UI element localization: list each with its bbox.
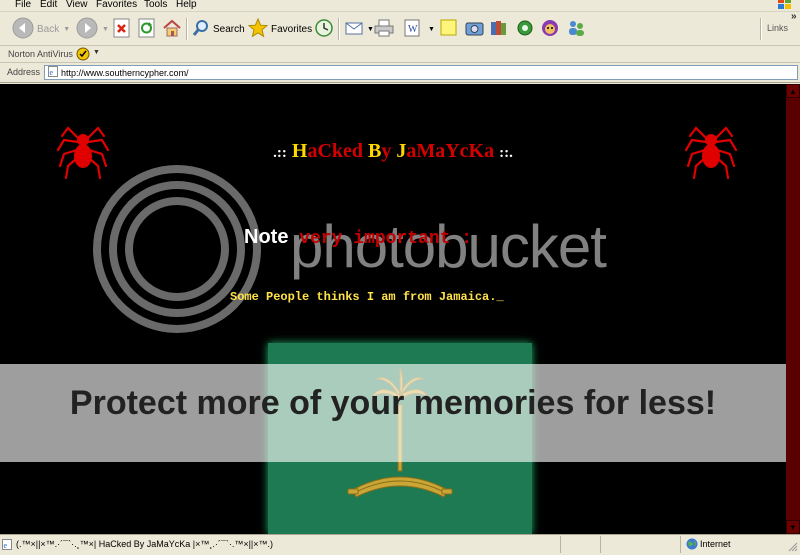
- menu-edit[interactable]: Edit: [40, 0, 57, 10]
- status-divider: [680, 536, 681, 553]
- forward-arrow-icon: [76, 17, 98, 42]
- status-bar: e (.™×||×™.·´¯`·.¸™×| HaCked By JaMaYcKa…: [0, 534, 800, 555]
- vertical-scrollbar[interactable]: ▲ ▼: [786, 84, 800, 534]
- menu-bar: File Edit View Favorites Tools Help: [0, 0, 800, 12]
- history-icon: [314, 18, 334, 41]
- watermark-tagline: Protect more of your memories for less!: [69, 384, 717, 422]
- headline-part: H: [291, 140, 308, 162]
- status-divider: [600, 536, 601, 553]
- scroll-down-icon[interactable]: ▼: [786, 520, 800, 534]
- menu-tools[interactable]: Tools: [144, 0, 167, 10]
- home-icon: [162, 18, 182, 41]
- stop-icon: [113, 18, 131, 41]
- history-button[interactable]: [314, 16, 334, 42]
- standard-toolbar: Back ▼ ▼ Search Favorites ▼ W ▼ Links »: [0, 11, 800, 46]
- star-icon: [247, 17, 269, 41]
- toolbar-separator: [186, 18, 188, 40]
- extension-button[interactable]: [515, 16, 535, 42]
- headline-part: y: [381, 140, 397, 162]
- users-icon: [566, 18, 586, 41]
- notes-button[interactable]: [440, 16, 458, 42]
- edit-button[interactable]: W ▼: [404, 16, 435, 42]
- note-word: Note: [244, 226, 289, 248]
- chevron-down-icon[interactable]: ▼: [428, 26, 435, 33]
- back-button[interactable]: Back ▼: [12, 16, 70, 42]
- chevron-down-icon[interactable]: ▼: [102, 26, 109, 33]
- chevron-down-icon[interactable]: ▼: [93, 49, 100, 56]
- word-document-icon: W: [404, 19, 422, 40]
- norton-label: Norton AntiVirus: [8, 49, 73, 59]
- chevron-down-icon[interactable]: ▼: [367, 26, 374, 33]
- favorites-button[interactable]: Favorites: [247, 16, 313, 42]
- gear-icon: [515, 18, 535, 41]
- stop-button[interactable]: [113, 16, 131, 42]
- status-page-icon: e: [2, 539, 12, 552]
- mail-icon: [345, 19, 365, 40]
- headline-part: aMaYcKa: [406, 140, 495, 162]
- headline-suffix: ::.: [499, 145, 513, 161]
- toolbar-separator: [338, 18, 340, 40]
- headline-part: aCked: [307, 140, 369, 162]
- favorites-label: Favorites: [271, 23, 313, 35]
- chevron-down-icon[interactable]: ▼: [63, 26, 70, 33]
- forward-button[interactable]: ▼: [76, 16, 109, 42]
- svg-text:e: e: [50, 68, 54, 77]
- svg-text:W: W: [408, 24, 418, 35]
- menu-file[interactable]: File: [15, 0, 31, 10]
- zone-label: Internet: [700, 539, 731, 549]
- back-label: Back: [37, 23, 60, 35]
- globe-icon: [686, 538, 698, 552]
- search-label: Search: [213, 23, 245, 35]
- headline-part: B: [368, 140, 382, 162]
- menu-favorites[interactable]: Favorites: [96, 0, 137, 10]
- refresh-button[interactable]: [138, 16, 156, 42]
- typed-message: Some People thinks I am from Jamaica._: [230, 290, 504, 304]
- note-line: Note very important :: [244, 226, 472, 249]
- photobucket-logo-icon: [92, 164, 262, 334]
- search-icon: [192, 19, 210, 40]
- page-headline: .:: HaCked By JaMaYcKa ::.: [0, 140, 786, 163]
- buddy-button[interactable]: [540, 16, 560, 42]
- refresh-icon: [138, 18, 156, 41]
- messenger-button[interactable]: [465, 16, 485, 42]
- toolbar-separator: [760, 18, 762, 40]
- norton-toolbar: Norton AntiVirus ▼: [0, 46, 800, 63]
- print-button[interactable]: [374, 16, 394, 42]
- page-content: .:: HaCked By JaMaYcKa ::. photobucket N…: [0, 84, 786, 534]
- books-icon: [490, 19, 508, 40]
- headline-prefix: .::: [273, 145, 287, 161]
- printer-icon: [374, 19, 394, 40]
- research-button[interactable]: [490, 16, 508, 42]
- status-text: (.™×||×™.·´¯`·.¸™×| HaCked By JaMaYcKa |…: [16, 539, 274, 549]
- ie-page-icon: e: [48, 66, 58, 81]
- status-divider: [560, 536, 561, 553]
- svg-text:e: e: [4, 541, 8, 550]
- address-label: Address: [7, 67, 41, 77]
- users-button[interactable]: [566, 16, 586, 42]
- back-arrow-icon: [12, 17, 34, 42]
- address-input[interactable]: e http://www.southerncypher.com/: [44, 65, 798, 80]
- scroll-up-icon[interactable]: ▲: [786, 84, 800, 98]
- headline-part: J: [396, 140, 407, 162]
- norton-shield-icon[interactable]: [76, 47, 90, 63]
- menu-view[interactable]: View: [66, 0, 88, 10]
- home-button[interactable]: [162, 16, 182, 42]
- links-label[interactable]: Links: [767, 23, 788, 33]
- note-rest: very important :: [299, 229, 473, 249]
- chevron-right-icon[interactable]: »: [791, 11, 797, 22]
- note-icon: [440, 19, 458, 40]
- address-bar: Address e http://www.southerncypher.com/: [0, 63, 800, 83]
- resize-grip-icon[interactable]: [788, 542, 798, 552]
- mail-button[interactable]: ▼: [345, 16, 374, 42]
- menu-help[interactable]: Help: [176, 0, 197, 10]
- address-url: http://www.southerncypher.com/: [61, 67, 189, 78]
- monkey-icon: [540, 18, 560, 41]
- camera-icon: [465, 19, 485, 40]
- search-button[interactable]: Search: [192, 16, 245, 42]
